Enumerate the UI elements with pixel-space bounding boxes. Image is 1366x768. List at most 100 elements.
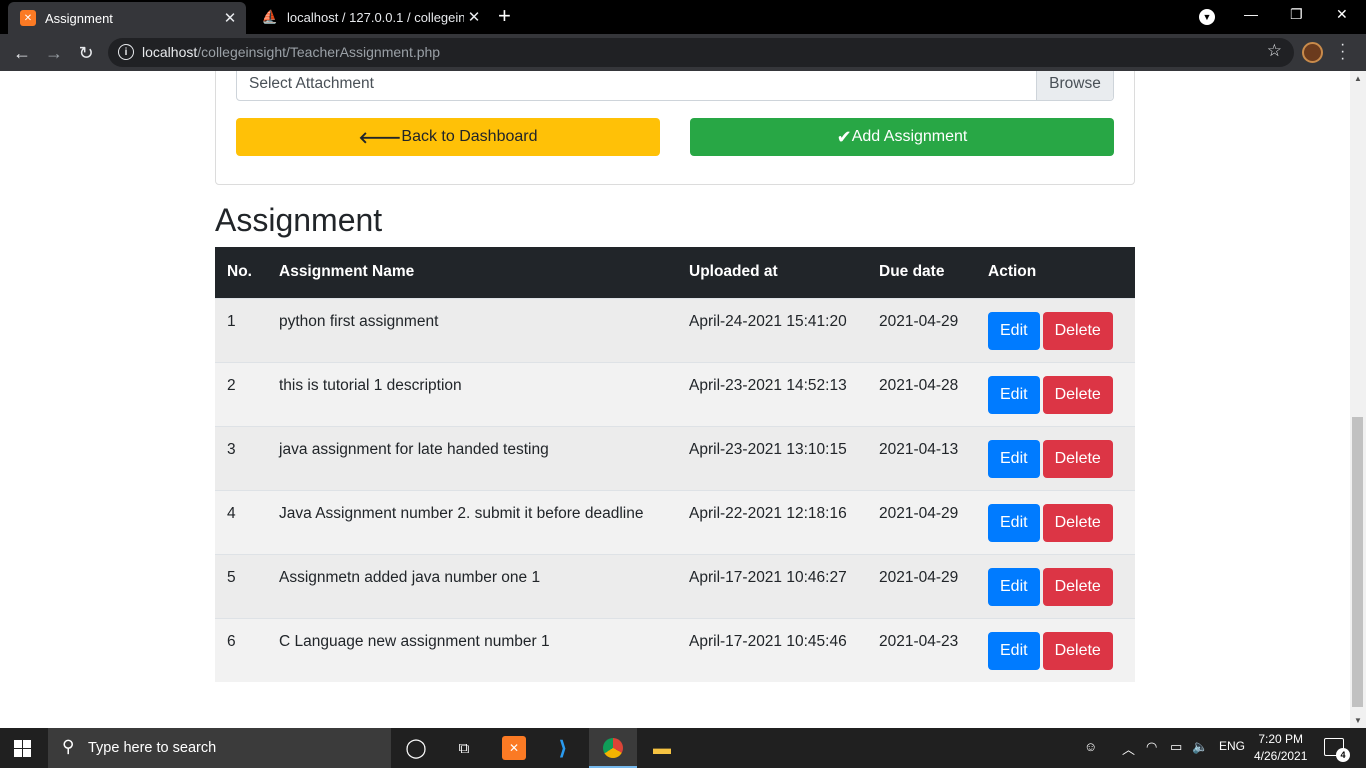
edit-button[interactable]: Edit	[988, 567, 1040, 606]
cell-name: Java Assignment number 2. submit it befo…	[279, 504, 644, 522]
cell-uploaded: April-17-2021 10:45:46	[689, 632, 847, 650]
minimize-icon[interactable]: —	[1244, 6, 1258, 22]
url-text[interactable]: localhost/collegeinsight/TeacherAssignme…	[142, 44, 440, 60]
browse-button[interactable]: Browse	[1036, 71, 1113, 100]
cell-due: 2021-04-23	[879, 632, 959, 650]
back-arrow-icon[interactable]: ←	[10, 41, 34, 65]
cell-due: 2021-04-29	[879, 312, 959, 330]
header-due: Due date	[879, 263, 945, 281]
tab-assignment[interactable]: ✕ Assignment ✕	[8, 2, 246, 34]
clock-time: 7:20 PM	[1258, 732, 1304, 746]
browser-toolbar: ← → ↻ i localhost/collegeinsight/Teacher…	[0, 34, 1366, 71]
notification-count-badge: 4	[1336, 748, 1350, 762]
edit-button[interactable]: Edit	[988, 503, 1040, 542]
file-explorer-taskbar-icon[interactable]: ▬	[650, 736, 674, 760]
header-action: Action	[988, 263, 1037, 281]
delete-button[interactable]: Delete	[1042, 567, 1113, 606]
cell-name: C Language new assignment number 1	[279, 632, 550, 650]
cell-no: 4	[227, 504, 236, 522]
close-tab-icon[interactable]: ✕	[220, 9, 240, 27]
wifi-icon[interactable]: ◠	[1146, 739, 1157, 755]
cell-actions: Edit Delete	[976, 426, 1135, 490]
windows-start-icon[interactable]	[14, 740, 31, 757]
close-window-icon[interactable]: ✕	[1336, 6, 1348, 23]
delete-button[interactable]: Delete	[1042, 311, 1113, 350]
taskbar-clock[interactable]: 7:20 PM 4/26/2021	[1254, 731, 1307, 765]
cell-due: 2021-04-28	[879, 376, 959, 394]
attachment-file-input[interactable]: Select Attachment Browse	[236, 71, 1114, 101]
reload-icon[interactable]: ↻	[74, 41, 98, 65]
chrome-taskbar-icon	[601, 736, 625, 760]
tab-strip: ✕ Assignment ✕ ⛵ localhost / 127.0.0.1 /…	[0, 0, 1366, 34]
taskbar: ⚲ Type here to search ◯ ⧉ ✕ ⟩ ▬ ☺ ︿ ◠ ▭ …	[0, 728, 1366, 768]
xampp-icon: ✕	[20, 10, 36, 26]
assignment-table: No. Assignment Name Uploaded at Due date…	[215, 247, 1135, 682]
cell-name: python first assignment	[279, 312, 439, 330]
cell-actions: Edit Delete	[976, 362, 1135, 426]
edit-button[interactable]: Edit	[988, 311, 1040, 350]
tab-phpmyadmin[interactable]: ⛵ localhost / 127.0.0.1 / collegeinsi ✕	[250, 0, 490, 34]
check-icon: ✔	[836, 126, 852, 147]
edit-button[interactable]: Edit	[988, 439, 1040, 478]
url-path: /collegeinsight/TeacherAssignment.php	[197, 44, 441, 60]
table-row: 3 java assignment for late handed testin…	[215, 426, 1135, 490]
cell-actions: Edit Delete	[976, 618, 1135, 682]
address-bar[interactable]: i localhost/collegeinsight/TeacherAssign…	[108, 38, 1294, 67]
cell-uploaded: April-23-2021 13:10:15	[689, 440, 847, 458]
people-icon[interactable]: ☺	[1084, 739, 1097, 754]
add-assignment-button[interactable]: ✔ Add Assignment	[690, 118, 1114, 156]
cell-uploaded: April-22-2021 12:18:16	[689, 504, 847, 522]
cell-no: 6	[227, 632, 236, 650]
cell-name: this is tutorial 1 description	[279, 376, 462, 394]
table-row: 2 this is tutorial 1 description April-2…	[215, 362, 1135, 426]
edit-button[interactable]: Edit	[988, 375, 1040, 414]
section-title: Assignment	[215, 202, 383, 238]
restore-icon[interactable]: ❐	[1290, 6, 1303, 23]
task-view-icon[interactable]: ⧉	[452, 736, 476, 760]
new-tab-button[interactable]: +	[498, 5, 511, 27]
tab-title: Assignment	[45, 10, 113, 26]
cell-no: 1	[227, 312, 236, 330]
clock-date: 4/26/2021	[1254, 749, 1308, 763]
menu-kebab-icon[interactable]: · · ·	[1340, 37, 1345, 67]
phpmyadmin-icon: ⛵	[261, 9, 279, 24]
cell-actions: Edit Delete	[976, 554, 1135, 618]
vscode-taskbar-icon[interactable]: ⟩	[551, 736, 575, 760]
xampp-taskbar-icon[interactable]: ✕	[502, 736, 526, 760]
battery-icon[interactable]: ▭	[1170, 739, 1182, 755]
edit-button[interactable]: Edit	[988, 631, 1040, 670]
tab-search-icon[interactable]: ▼	[1199, 9, 1215, 25]
scroll-up-icon[interactable]: ▲	[1354, 74, 1362, 83]
close-tab-icon[interactable]: ✕	[464, 8, 484, 26]
cell-name: java assignment for late handed testing	[279, 440, 549, 458]
tab-title: localhost / 127.0.0.1 / collegeinsi	[287, 9, 464, 25]
profile-avatar[interactable]	[1302, 42, 1323, 63]
delete-button[interactable]: Delete	[1042, 503, 1113, 542]
cell-actions: Edit Delete	[976, 298, 1135, 362]
scroll-down-icon[interactable]: ▼	[1354, 716, 1362, 725]
attachment-placeholder: Select Attachment	[249, 75, 374, 92]
back-label: Back to Dashboard	[401, 128, 538, 145]
delete-button[interactable]: Delete	[1042, 375, 1113, 414]
back-to-dashboard-button[interactable]: 🡐 Back to Dashboard	[236, 118, 660, 156]
taskbar-search-box[interactable]: ⚲ Type here to search	[48, 728, 391, 768]
page-scrollbar[interactable]: ▲ ▼	[1350, 71, 1366, 728]
volume-icon[interactable]: 🔈	[1192, 739, 1208, 755]
show-hidden-icons-chevron[interactable]: ︿	[1122, 739, 1135, 758]
bookmark-star-icon[interactable]: ☆	[1267, 41, 1282, 61]
forward-arrow-icon[interactable]: →	[42, 41, 66, 65]
table-row: 4 Java Assignment number 2. submit it be…	[215, 490, 1135, 554]
notification-center-icon[interactable]: 4	[1324, 738, 1350, 762]
delete-button[interactable]: Delete	[1042, 631, 1113, 670]
delete-button[interactable]: Delete	[1042, 439, 1113, 478]
scrollbar-thumb[interactable]	[1352, 417, 1363, 707]
cell-name: Assignmetn added java number one 1	[279, 568, 541, 586]
language-indicator[interactable]: ENG	[1219, 739, 1245, 753]
taskbar-search-placeholder: Type here to search	[88, 740, 217, 756]
search-icon: ⚲	[62, 737, 75, 756]
url-host: localhost	[142, 44, 198, 60]
cortana-icon[interactable]: ◯	[404, 736, 428, 760]
cell-uploaded: April-24-2021 15:41:20	[689, 312, 847, 330]
page-viewport: Select Attachment Browse 🡐 Back to Dashb…	[0, 71, 1350, 728]
site-info-icon[interactable]: i	[118, 44, 134, 60]
